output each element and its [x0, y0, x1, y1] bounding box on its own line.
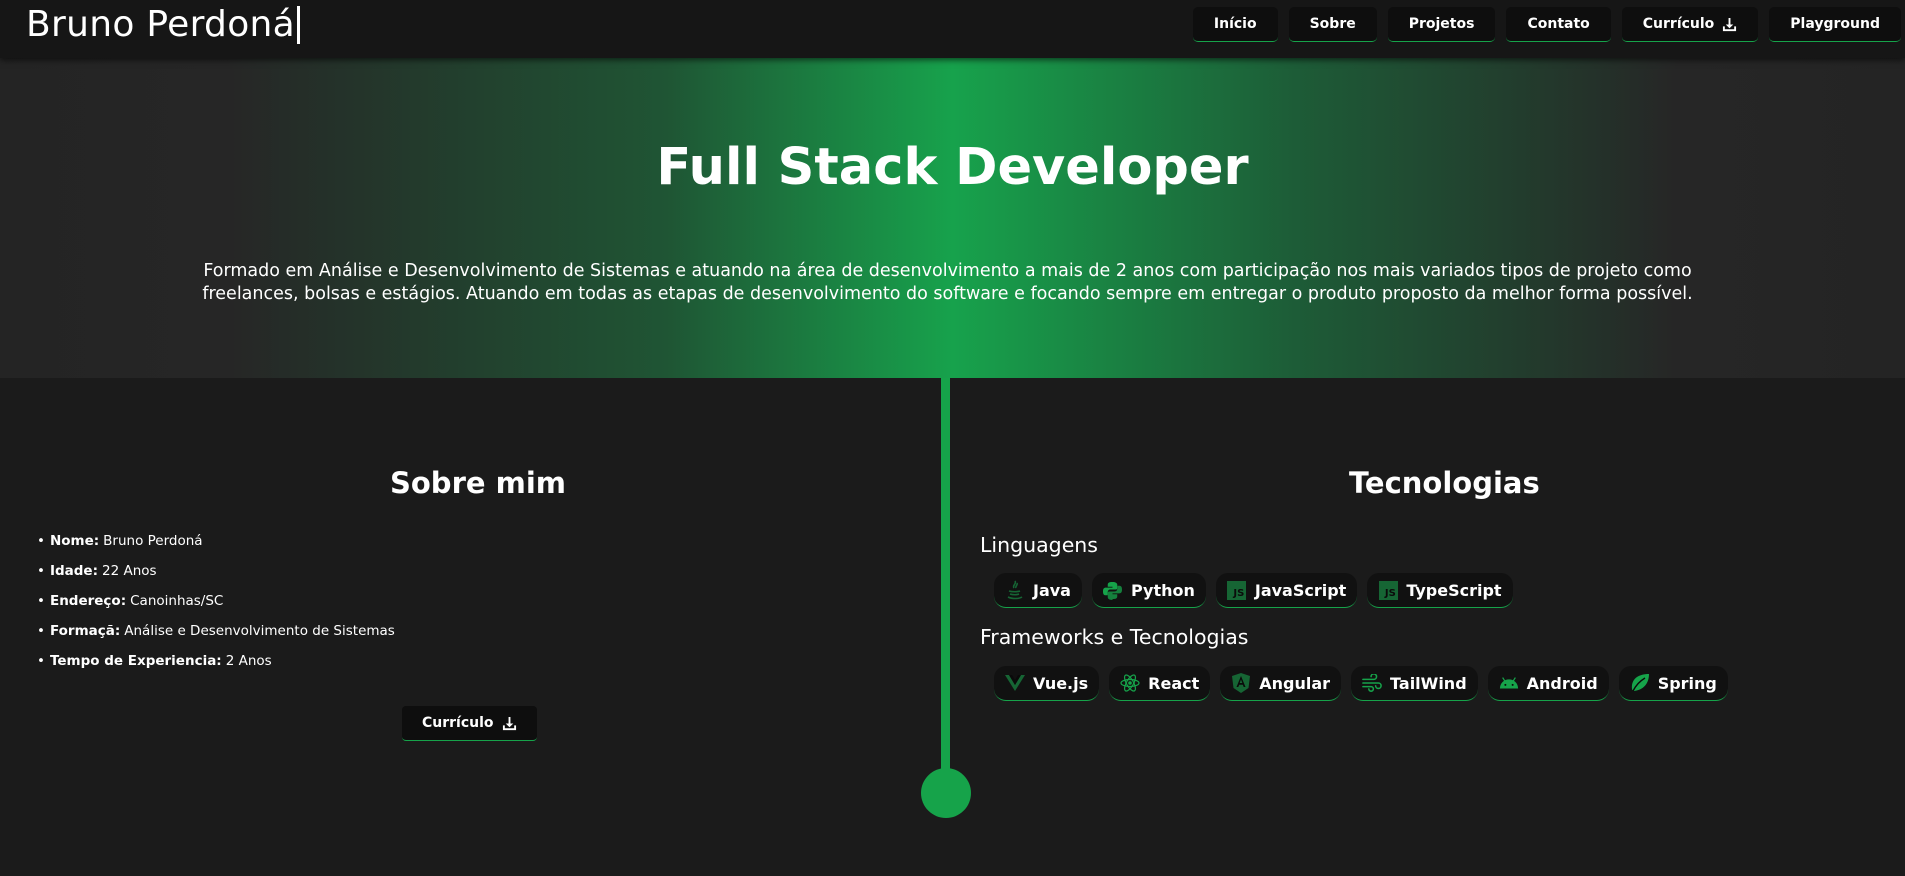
frameworks-chips: Vue.js React Angular TailWind Android Sp…: [994, 666, 1728, 701]
chip-javascript[interactable]: JS JavaScript: [1215, 573, 1358, 608]
chip-vuejs[interactable]: Vue.js: [994, 666, 1100, 701]
nav-label: Sobre: [1309, 16, 1356, 32]
chip-label: React: [1148, 673, 1200, 693]
about-list: Nome:Bruno Perdoná Idade:22 Anos Endereç…: [37, 531, 395, 681]
javascript-icon: JS: [1227, 580, 1247, 600]
nav-label: Início: [1213, 16, 1257, 32]
chip-label: Python: [1130, 580, 1195, 600]
nav-sobre-button[interactable]: Sobre: [1288, 7, 1377, 42]
languages-title: Linguagens: [980, 533, 1098, 557]
about-title: Sobre mim: [390, 466, 567, 500]
chip-java[interactable]: Java: [994, 573, 1082, 608]
chip-label: TailWind: [1390, 673, 1467, 693]
about-item-formacao: Formaçã:Análise e Desenvolvimento de Sis…: [37, 621, 395, 651]
hero-description: Formado em Análise e Desenvolvimento de …: [202, 261, 1693, 304]
top-navbar: Bruno Perdoná Início Sobre Projetos Cont…: [0, 0, 1905, 58]
vue-icon: [1005, 673, 1025, 693]
nav-label: Currículo: [1642, 16, 1715, 32]
download-icon: [1722, 17, 1737, 32]
about-item-endereco: Endereço:Canoinhas/SC: [37, 591, 395, 621]
brand-name: Bruno Perdoná: [26, 4, 295, 45]
about-item-label: Tempo de Experiencia:: [49, 653, 222, 669]
curriculo-download-button[interactable]: Currículo: [402, 706, 537, 741]
about-item-nome: Nome:Bruno Perdoná: [37, 531, 395, 561]
nav-inicio-button[interactable]: Início: [1192, 7, 1278, 42]
about-item-label: Nome:: [49, 533, 100, 549]
javascript-badge: JS: [1227, 580, 1247, 600]
about-item-experiencia: Tempo de Experiencia:2 Anos: [37, 651, 395, 681]
nav-projetos-button[interactable]: Projetos: [1387, 7, 1496, 42]
typescript-badge: JS: [1378, 580, 1398, 600]
chip-angular[interactable]: Angular: [1220, 666, 1342, 701]
about-item-value: Bruno Perdoná: [103, 533, 203, 549]
nav-playground-button[interactable]: Playground: [1769, 7, 1901, 42]
nav-label: Playground: [1790, 16, 1880, 32]
chip-react[interactable]: React: [1109, 666, 1211, 701]
chip-typescript[interactable]: JS TypeScript: [1367, 573, 1513, 608]
tech-title: Tecnologias: [1349, 466, 1540, 500]
typing-cursor: [297, 5, 300, 44]
main-nav: Início Sobre Projetos Contato Currículo …: [1192, 7, 1901, 42]
download-icon: [502, 716, 517, 731]
timeline-dot: [921, 768, 971, 818]
nav-label: Projetos: [1408, 16, 1475, 32]
chip-label: Spring: [1657, 673, 1717, 693]
brand-title[interactable]: Bruno Perdoná: [26, 4, 300, 45]
typescript-icon: JS: [1378, 580, 1398, 600]
chip-label: Angular: [1259, 673, 1331, 693]
nav-label: Contato: [1527, 16, 1590, 32]
chip-label: Vue.js: [1033, 673, 1089, 693]
chip-spring[interactable]: Spring: [1618, 666, 1728, 701]
about-item-value: 2 Anos: [225, 653, 272, 669]
chip-label: Java: [1033, 580, 1071, 600]
chip-python[interactable]: Python: [1091, 573, 1206, 608]
chip-label: Android: [1526, 673, 1598, 693]
nav-curriculo-button[interactable]: Currículo: [1621, 7, 1759, 42]
python-icon: [1103, 580, 1123, 600]
languages-chips: Java Python JS JavaScript JS TypeScript: [994, 573, 1513, 608]
about-item-value: Canoinhas/SC: [130, 593, 224, 609]
about-item-label: Endereço:: [49, 593, 127, 609]
about-item-label: Idade:: [49, 563, 98, 579]
about-item-value: Análise e Desenvolvimento de Sistemas: [124, 623, 395, 639]
timeline-line: [941, 378, 950, 780]
about-item-label: Formaçã:: [49, 623, 121, 639]
frameworks-title: Frameworks e Tecnologias: [980, 625, 1249, 649]
hero-banner: Full Stack Developer Formado em Análise …: [0, 58, 1905, 378]
about-item-value: 22 Anos: [101, 563, 157, 579]
leaf-icon: [1630, 673, 1650, 693]
chip-label: JavaScript: [1254, 580, 1347, 600]
android-icon: [1499, 673, 1519, 693]
chip-tailwind[interactable]: TailWind: [1351, 666, 1478, 701]
about-item-idade: Idade:22 Anos: [37, 561, 395, 591]
angular-icon: [1231, 673, 1251, 693]
chip-label: TypeScript: [1406, 580, 1502, 600]
hero-title: Full Stack Developer: [656, 138, 1249, 197]
java-icon: [1005, 580, 1025, 600]
chip-android[interactable]: Android: [1487, 666, 1609, 701]
wind-icon: [1362, 673, 1382, 693]
cv-button-label: Currículo: [422, 715, 494, 731]
react-icon: [1120, 673, 1140, 693]
nav-contato-button[interactable]: Contato: [1506, 7, 1611, 42]
